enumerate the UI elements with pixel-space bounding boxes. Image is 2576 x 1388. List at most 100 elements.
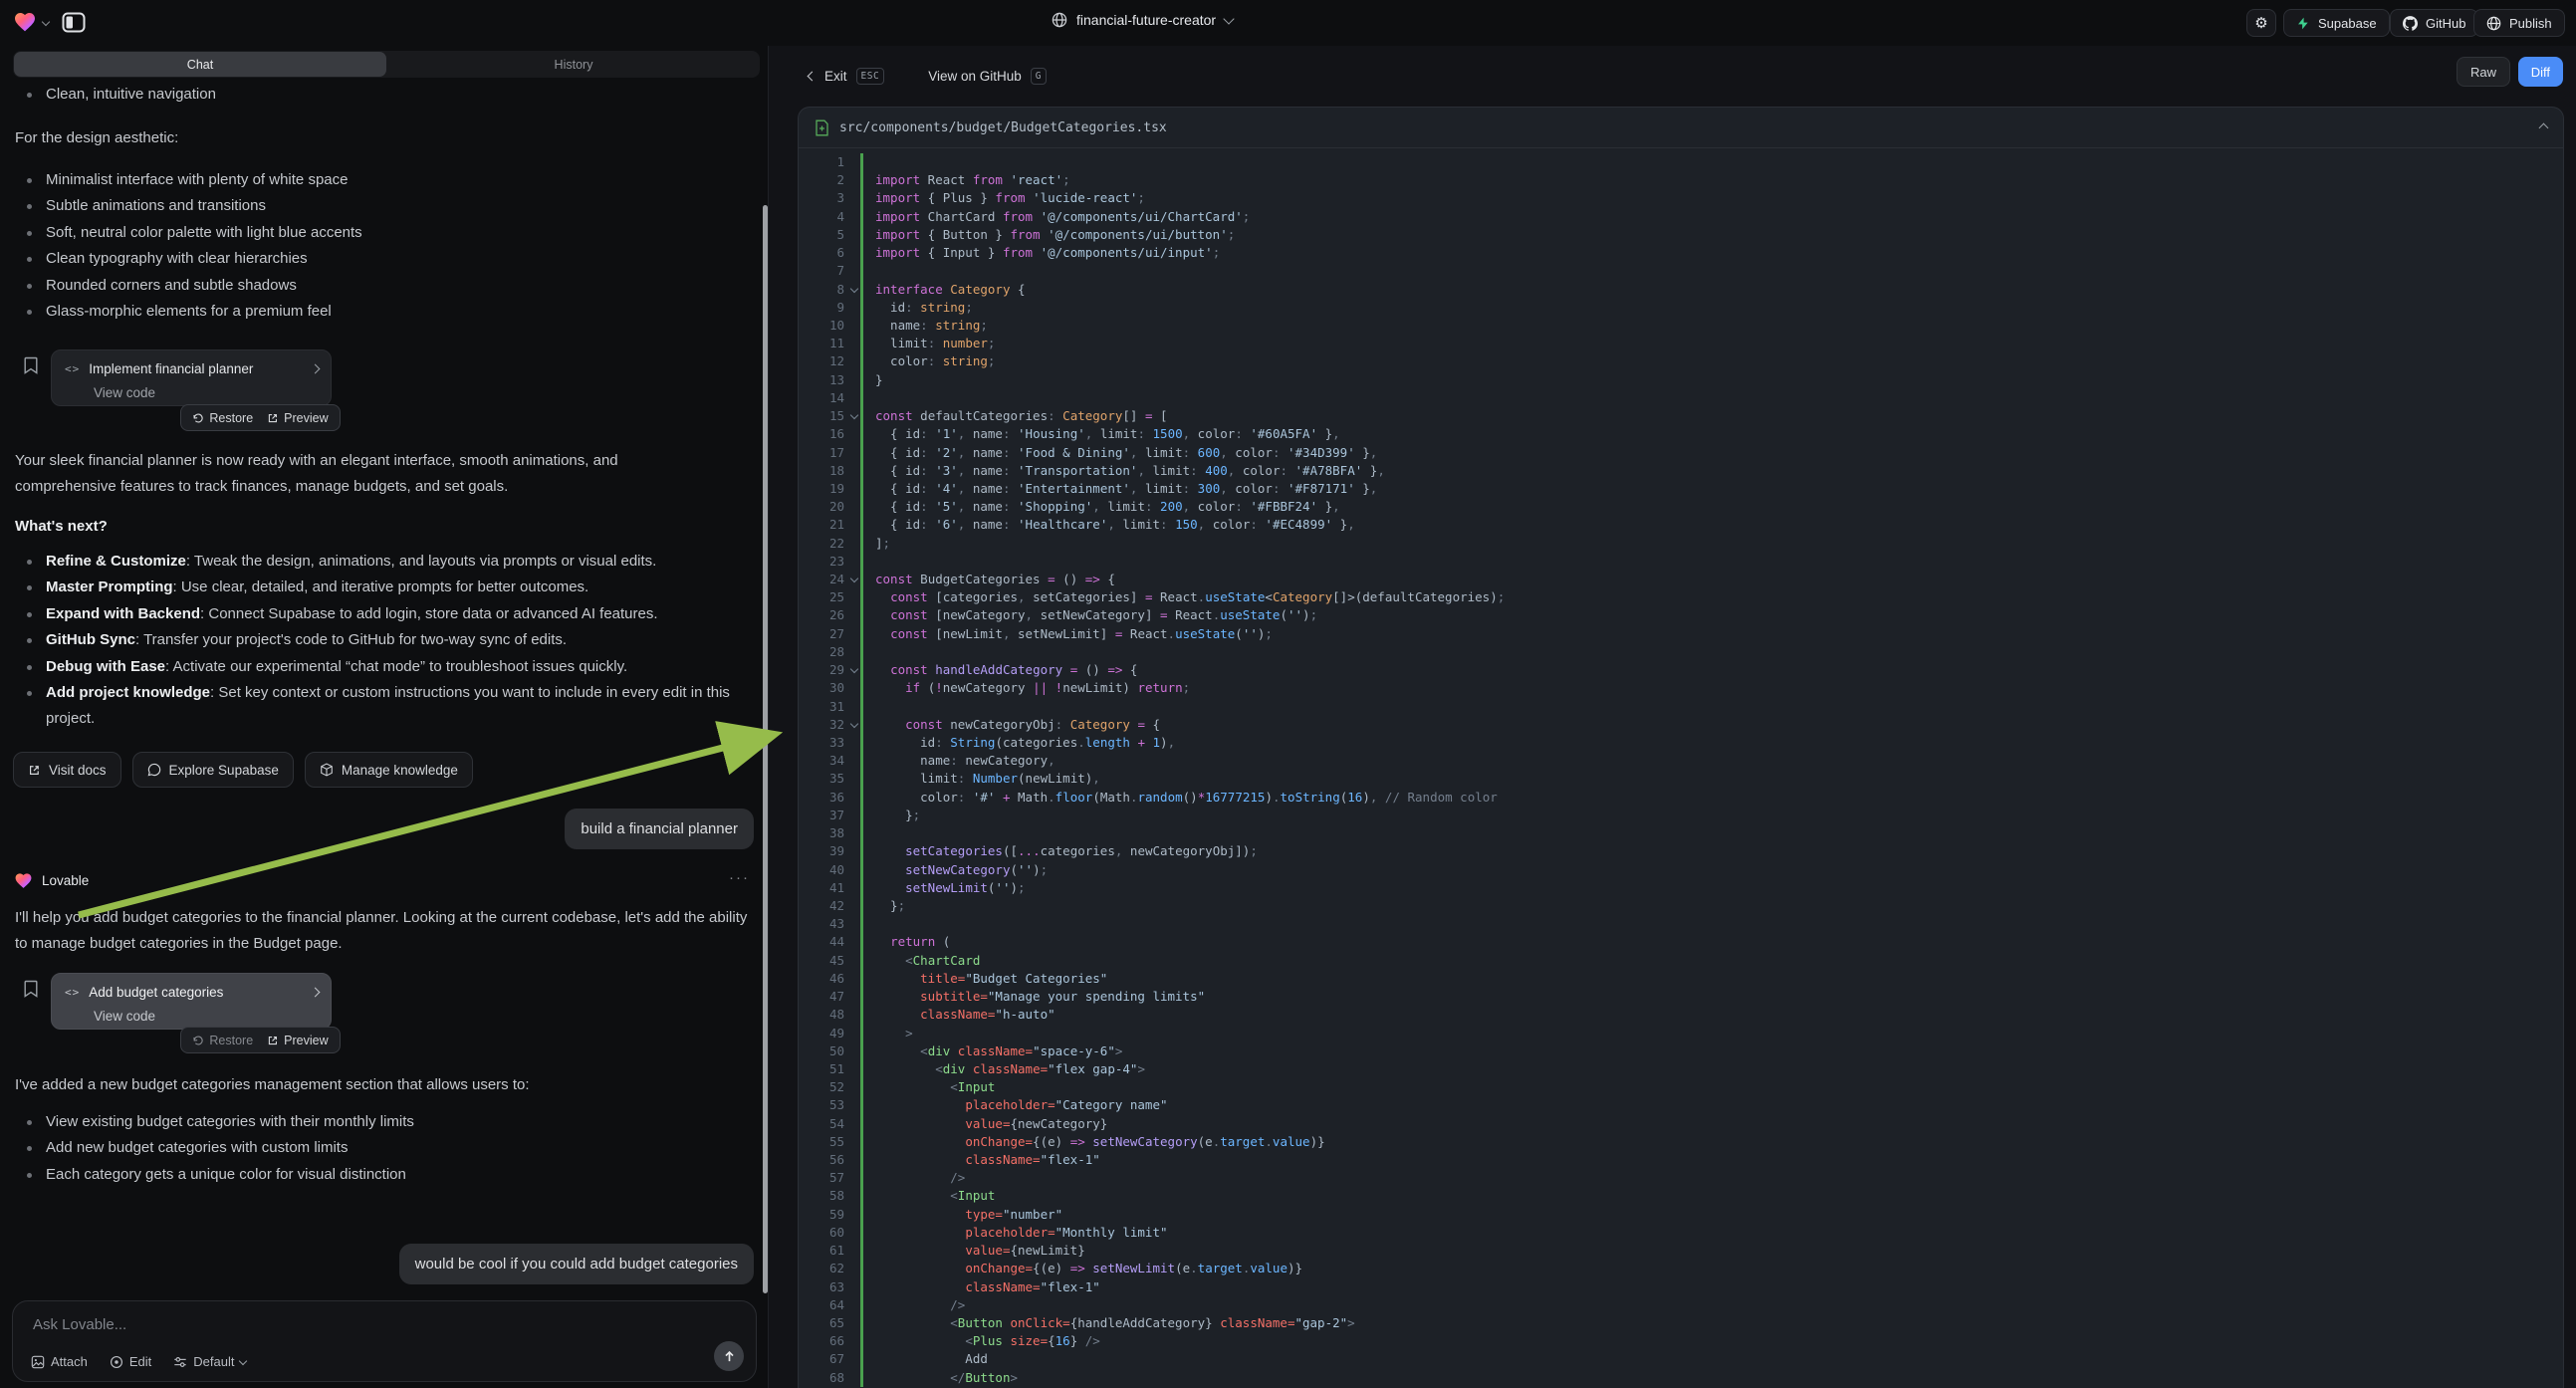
line-number: 53 (799, 1096, 860, 1114)
code-line: 64 /> (799, 1296, 2563, 1314)
raw-toggle-button[interactable]: Raw (2457, 57, 2510, 87)
github-button[interactable]: GitHub (2390, 9, 2478, 37)
restore-button[interactable]: Restore (192, 1034, 253, 1047)
fold-chevron-icon[interactable] (850, 665, 858, 673)
fold-chevron-icon[interactable] (850, 720, 858, 728)
version-card-implement-financial-planner[interactable]: <> Implement financial planner View code (51, 349, 332, 406)
code-line: 9 id: string; (799, 299, 2563, 317)
line-number: 48 (799, 1006, 860, 1024)
code-line: 1 (799, 153, 2563, 171)
line-number: 49 (799, 1025, 860, 1042)
line-number: 3 (799, 189, 860, 207)
project-selector[interactable]: financial-future-creator (1052, 12, 1233, 28)
line-number: 35 (799, 770, 860, 788)
attach-button[interactable]: Attach (31, 1354, 88, 1369)
esc-shortcut-badge: ESC (856, 68, 885, 85)
code-line: 5import { Button } from '@/components/ui… (799, 226, 2563, 244)
code-line: 60 placeholder="Monthly limit" (799, 1224, 2563, 1242)
line-number: 51 (799, 1060, 860, 1078)
line-number: 27 (799, 625, 860, 643)
assistant-name: Lovable (42, 873, 89, 888)
code-line: 41 setNewLimit(''); (799, 879, 2563, 897)
diff-toggle-button[interactable]: Diff (2518, 57, 2563, 87)
line-number: 63 (799, 1278, 860, 1296)
code-line: 23 (799, 553, 2563, 571)
line-number: 28 (799, 643, 860, 661)
code-line: 45 <ChartCard (799, 952, 2563, 970)
code-line: 27 const [newLimit, setNewLimit] = React… (799, 625, 2563, 643)
line-number: 2 (799, 171, 860, 189)
chat-history-tabs: Chat History (13, 51, 760, 78)
composer-toolbar: Attach Edit Default (31, 1354, 246, 1369)
line-number: 68 (799, 1369, 860, 1387)
version-card-add-budget-categories[interactable]: <> Add budget categories View code (51, 973, 332, 1030)
fold-chevron-icon[interactable] (850, 284, 858, 292)
file-header[interactable]: src/components/budget/BudgetCategories.t… (799, 108, 2563, 148)
publish-globe-icon (2486, 16, 2501, 31)
code-line: 48 className="h-auto" (799, 1006, 2563, 1024)
code-editor: 12import React from 'react';3import { Pl… (799, 148, 2563, 1387)
sidebar-toggle-icon[interactable] (62, 12, 86, 33)
preview-button[interactable]: Preview (267, 1034, 328, 1047)
explore-supabase-button[interactable]: Explore Supabase (132, 752, 294, 788)
code-line: 4import ChartCard from '@/components/ui/… (799, 208, 2563, 226)
design-bullet-list: Minimalist interface with plenty of whit… (15, 167, 743, 325)
list-item: Subtle animations and transitions (15, 193, 743, 219)
list-item: Master Prompting: Use clear, detailed, a… (15, 575, 743, 600)
arrow-up-icon (723, 1350, 736, 1363)
line-number: 7 (799, 262, 860, 280)
line-number: 17 (799, 444, 860, 462)
fold-chevron-icon[interactable] (850, 411, 858, 419)
list-item: Each category gets a unique color for vi… (15, 1162, 743, 1188)
bookmark-icon[interactable] (24, 356, 38, 374)
publish-button[interactable]: Publish (2473, 9, 2565, 37)
workspace-chevron-icon[interactable] (42, 18, 50, 26)
code-line: 35 limit: Number(newLimit), (799, 770, 2563, 788)
code-line: 61 value={newLimit} (799, 1242, 2563, 1260)
send-button[interactable] (714, 1341, 744, 1371)
code-line: 62 onChange={(e) => setNewLimit(e.target… (799, 1260, 2563, 1277)
target-icon (110, 1355, 123, 1369)
diff-file-card: src/components/budget/BudgetCategories.t… (798, 107, 2564, 1388)
code-line: 11 limit: number; (799, 335, 2563, 352)
line-number: 40 (799, 861, 860, 879)
manage-knowledge-button[interactable]: Manage knowledge (305, 752, 473, 788)
line-number: 38 (799, 824, 860, 842)
exit-button[interactable]: Exit ESC (809, 68, 884, 85)
line-number: 37 (799, 807, 860, 824)
code-icon: <> (65, 986, 80, 999)
bookmark-icon[interactable] (24, 980, 38, 998)
settings-button[interactable]: ⚙ (2246, 9, 2276, 37)
model-selector[interactable]: Default (173, 1354, 246, 1369)
code-line: 38 (799, 824, 2563, 842)
view-code-link[interactable]: View code (52, 383, 331, 400)
line-number: 67 (799, 1350, 860, 1368)
chevron-down-icon (239, 1356, 247, 1364)
code-line: 2import React from 'react'; (799, 171, 2563, 189)
fold-chevron-icon[interactable] (850, 575, 858, 582)
supabase-icon (2296, 16, 2310, 31)
view-code-link[interactable]: View code (52, 1007, 331, 1024)
code-line: 34 name: newCategory, (799, 752, 2563, 770)
line-number: 33 (799, 734, 860, 752)
supabase-button[interactable]: Supabase (2283, 9, 2390, 37)
visit-docs-button[interactable]: Visit docs (13, 752, 121, 788)
composer: Attach Edit Default (12, 1300, 757, 1382)
collapse-chevron-icon[interactable] (2539, 122, 2549, 132)
chat-input[interactable] (31, 1315, 632, 1334)
code-line: 8interface Category { (799, 281, 2563, 299)
line-number: 47 (799, 988, 860, 1006)
line-number: 57 (799, 1169, 860, 1187)
tab-history[interactable]: History (387, 51, 760, 78)
list-item: Clean, intuitive navigation (15, 82, 743, 108)
message-menu-button[interactable]: ··· (729, 869, 750, 886)
lovable-app: financial-future-creator ⚙ Supabase GitH… (0, 0, 2576, 1388)
preview-button[interactable]: Preview (267, 411, 328, 425)
assistant-message: I'll help you add budget categories to t… (15, 905, 760, 957)
restore-button[interactable]: Restore (192, 411, 253, 425)
lovable-logo-icon[interactable] (13, 10, 37, 34)
view-on-github-button[interactable]: View on GitHub G (928, 68, 1047, 85)
edit-mode-button[interactable]: Edit (110, 1354, 151, 1369)
tab-chat[interactable]: Chat (14, 52, 386, 77)
chevron-left-icon (808, 72, 818, 82)
